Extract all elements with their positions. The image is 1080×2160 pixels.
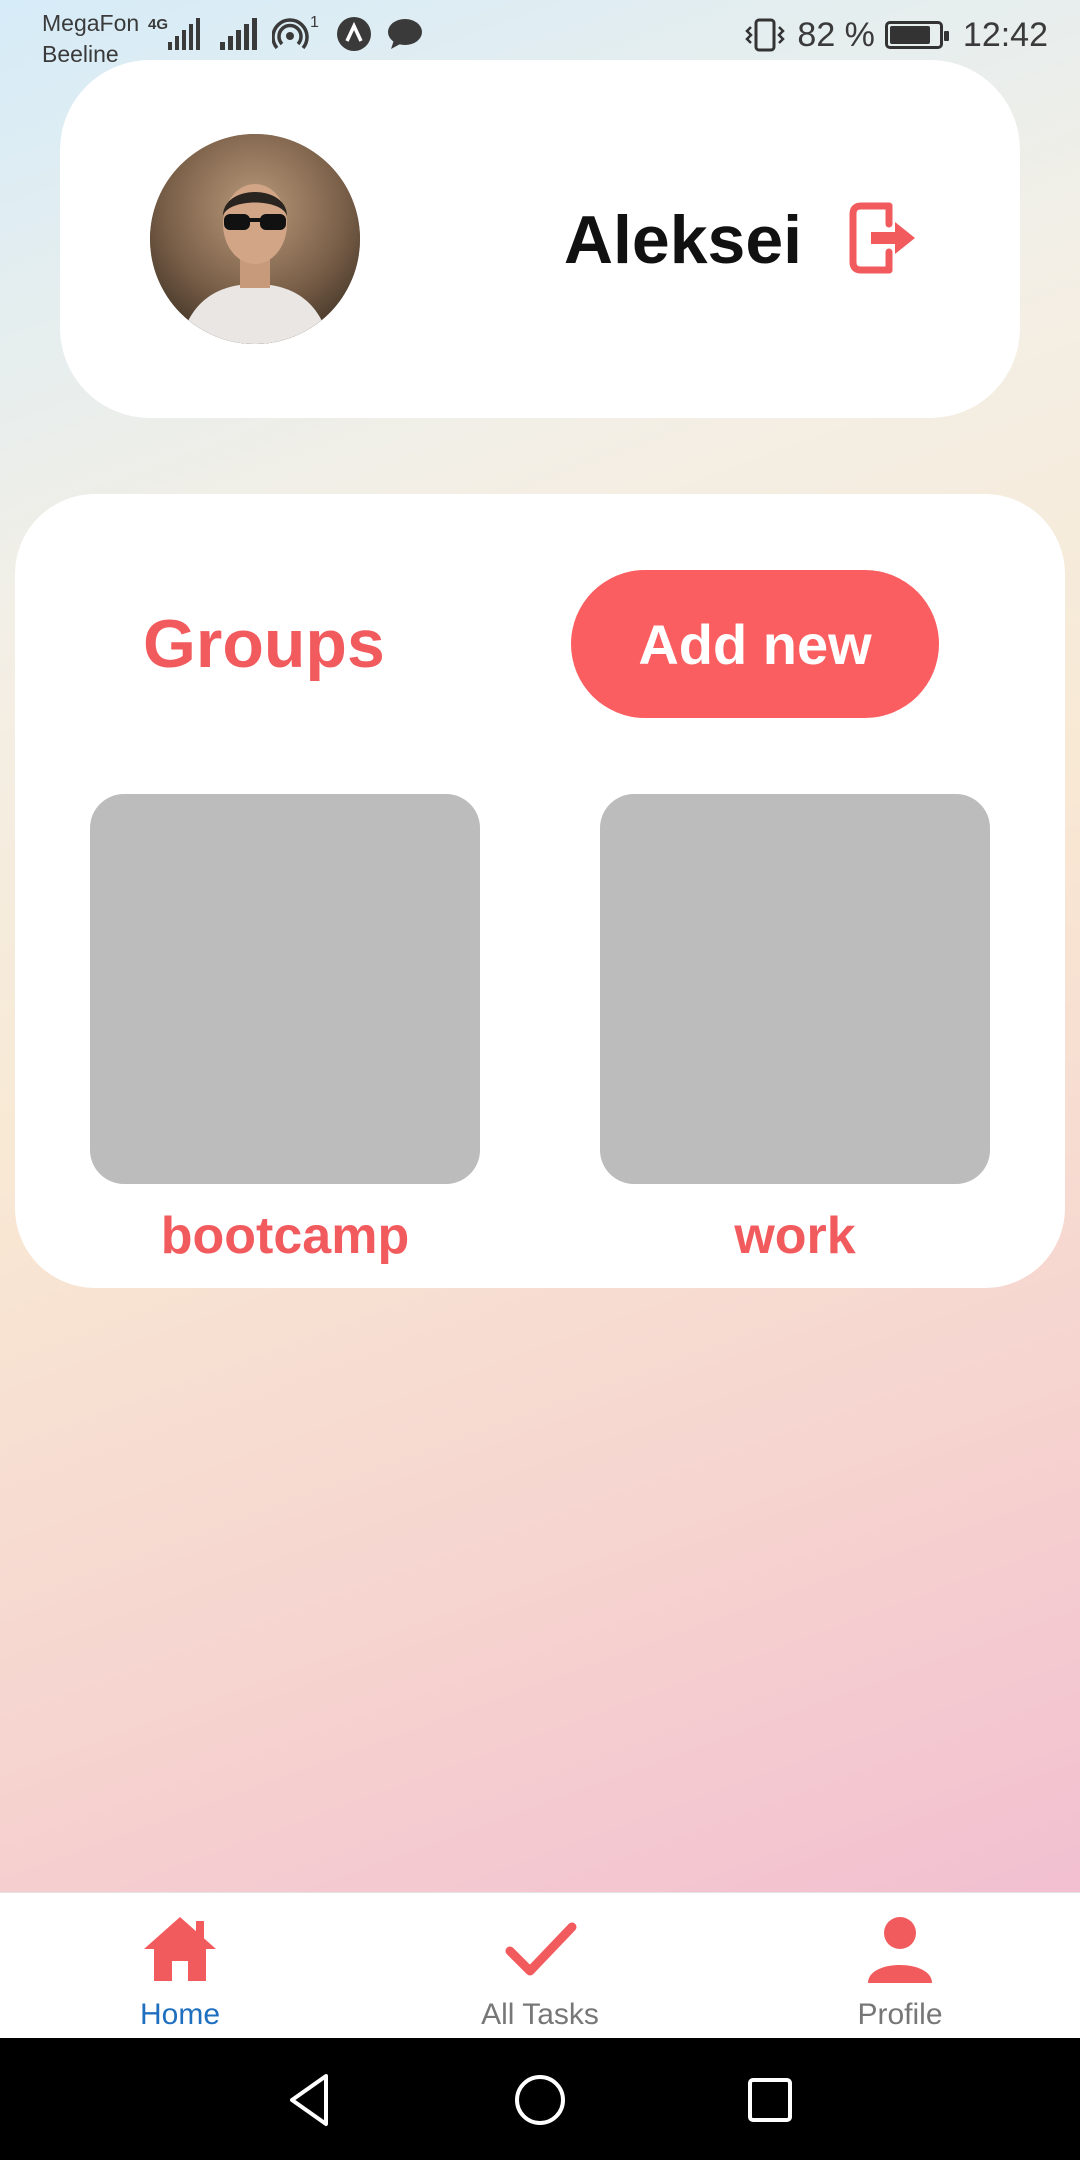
home-icon <box>144 1917 216 1981</box>
nav-label-profile: Profile <box>857 1998 943 2031</box>
message-icon <box>388 19 422 49</box>
group-label: bootcamp <box>160 1207 410 1265</box>
vibrate-icon <box>745 18 786 52</box>
profile-card: Aleksei <box>60 60 1020 418</box>
signal-icon-2 <box>220 18 257 50</box>
user-name: Aleksei <box>563 202 803 278</box>
group-tile-bootcamp[interactable]: bootcamp <box>90 794 480 1266</box>
carrier-1: MegaFon <box>42 10 140 36</box>
clock: 12:42 <box>962 15 1048 54</box>
bottom-nav: Home All Tasks Profile <box>0 1892 1080 2038</box>
system-back-button[interactable] <box>278 2068 342 2132</box>
avatar[interactable] <box>150 134 360 344</box>
nav-item-home[interactable]: Home <box>50 1893 310 2039</box>
status-right: 82 % 12:42 <box>743 12 1048 58</box>
groups-title: Groups <box>143 606 385 682</box>
hotspot-count: 1 <box>310 14 319 31</box>
battery-percent: 82 % <box>797 15 875 54</box>
system-recents-button[interactable] <box>738 2068 802 2132</box>
add-new-group-button[interactable]: Add new <box>571 570 939 718</box>
group-label: work <box>734 1207 856 1265</box>
recents-square-icon <box>748 2078 792 2122</box>
group-thumbnail[interactable] <box>90 794 480 1184</box>
logout-button[interactable] <box>843 198 923 278</box>
signal-icon: 4G <box>148 16 204 52</box>
carrier-names: MegaFon Beeline <box>42 8 139 70</box>
nav-item-all-tasks[interactable]: All Tasks <box>410 1893 670 2039</box>
group-thumbnail[interactable] <box>600 794 990 1184</box>
groups-card: Groups Add new bootcamp work <box>15 494 1065 1288</box>
check-icon <box>505 1922 577 1976</box>
status-icons: 4G 1 <box>148 14 424 54</box>
back-triangle-icon <box>290 2074 328 2126</box>
hotspot-icon: 1 <box>272 14 322 52</box>
logout-icon <box>849 202 915 274</box>
group-tile-work[interactable]: work <box>600 794 990 1266</box>
nav-label-all-tasks: All Tasks <box>481 1998 599 2031</box>
system-nav-bar <box>0 2038 1080 2160</box>
app-a-icon <box>337 17 371 51</box>
nav-label-home: Home <box>139 1998 221 2031</box>
battery-icon <box>884 21 949 49</box>
person-icon <box>868 1917 932 1983</box>
system-home-button[interactable] <box>508 2068 572 2132</box>
nav-item-profile[interactable]: Profile <box>770 1893 1030 2039</box>
home-circle-icon <box>515 2075 565 2125</box>
